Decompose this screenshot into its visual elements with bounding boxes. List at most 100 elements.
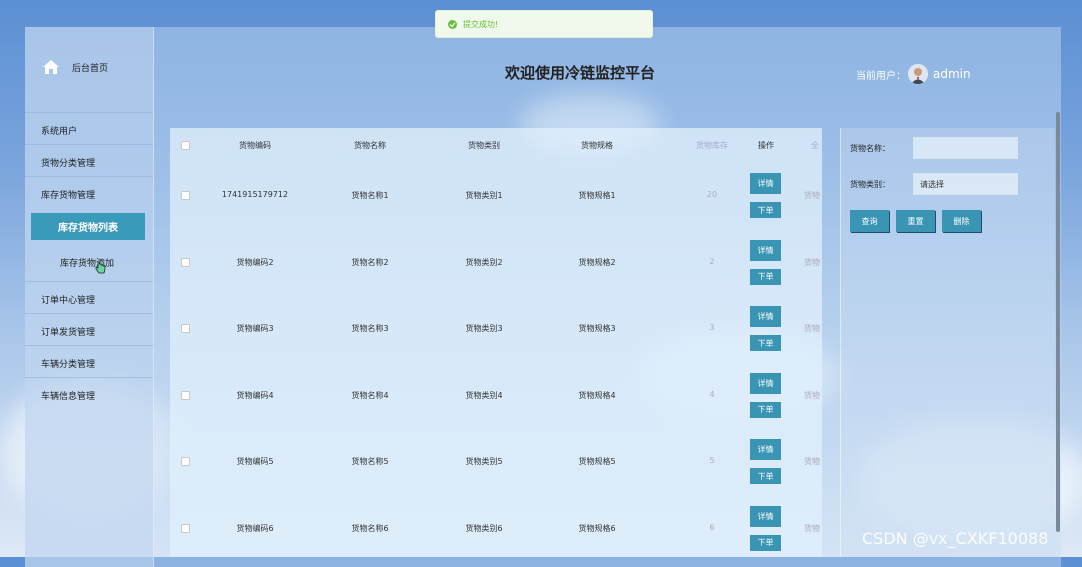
header-name: 货物名称 — [354, 141, 386, 150]
cell-stock: 2 — [709, 256, 715, 266]
cell-stock: 5 — [709, 456, 715, 466]
user-label: 当前用户： — [856, 70, 906, 82]
cell-category: 货物类别6 — [465, 523, 503, 533]
detail-button[interactable]: 详情 — [750, 173, 781, 195]
row-checkbox[interactable] — [181, 257, 190, 267]
cell-code: 货物编码3 — [236, 324, 274, 334]
sidebar-item-order-shipping[interactable]: 订单发货管理 — [41, 325, 95, 338]
order-button[interactable]: 下单 — [750, 401, 781, 418]
row-checkbox[interactable] — [181, 457, 190, 467]
table-row: 货物编码3 货物名称3 货物类别3 货物规格3 3 详情 下单 货物 — [170, 295, 822, 362]
cell-stock: 6 — [709, 522, 715, 532]
cell-extra: 货物 — [804, 523, 820, 533]
cell-category: 货物类别3 — [465, 324, 503, 334]
sidebar: 后台首页 系统用户 货物分类管理 库存货物管理 库存货物列表 库存货物添加 订单… — [25, 27, 154, 567]
cell-spec: 货物规格3 — [578, 324, 616, 334]
scrollbar[interactable] — [1056, 112, 1060, 532]
toast-text: 提交成功! — [463, 19, 499, 29]
cell-spec: 货物规格2 — [578, 257, 616, 267]
cell-code: 货物编码5 — [236, 457, 274, 467]
detail-button[interactable]: 详情 — [750, 505, 781, 527]
query-button[interactable]: 查询 — [850, 210, 889, 232]
order-button[interactable]: 下单 — [750, 534, 781, 551]
header-extra: 全 — [811, 141, 819, 150]
cell-extra: 货物 — [804, 390, 820, 400]
detail-button[interactable]: 详情 — [750, 439, 781, 461]
header-code: 货物编码 — [239, 141, 271, 150]
current-user: 当前用户： admin — [856, 64, 971, 84]
detail-button[interactable]: 详情 — [750, 239, 781, 261]
table-row: 货物编码4 货物名称4 货物类别4 货物规格4 4 详情下单 货物 — [170, 362, 822, 429]
select-all-checkbox[interactable] — [181, 141, 190, 150]
header-category: 货物类别 — [468, 141, 500, 150]
goods-category-label: 货物类别： — [850, 180, 890, 189]
cell-code: 货物编码4 — [236, 390, 274, 400]
cell-spec: 货物规格5 — [578, 457, 616, 467]
sidebar-item-order-center[interactable]: 订单中心管理 — [41, 293, 95, 306]
row-checkbox[interactable] — [181, 191, 190, 201]
cell-code: 1741915179712 — [221, 190, 289, 200]
header-actions: 操作 — [758, 141, 774, 150]
filter-panel: 货物名称： 货物类别： 请选择 查询 重置 删除 — [840, 128, 1055, 557]
cell-category: 货物类别1 — [465, 191, 503, 201]
sidebar-sub-inventory-list[interactable]: 库存货物列表 — [31, 213, 145, 240]
order-button[interactable]: 下单 — [750, 468, 781, 485]
table-row: 货物编码6 货物名称6 货物类别6 货物规格6 6 详情下单 货物 — [170, 495, 822, 562]
table-row: 货物编码5 货物名称5 货物类别5 货物规格5 5 详情 下单 货物 — [170, 428, 822, 495]
cell-category: 货物类别2 — [465, 257, 503, 267]
header-spec: 货物规格 — [581, 141, 613, 150]
row-checkbox[interactable] — [181, 523, 190, 533]
avatar[interactable] — [908, 64, 928, 84]
sidebar-item-goods-category[interactable]: 货物分类管理 — [41, 156, 95, 169]
page-title: 欢迎使用冷链监控平台 — [505, 64, 656, 82]
cell-extra: 货物 — [804, 191, 820, 201]
header-stock: 货物库存 — [696, 141, 728, 150]
cell-spec: 货物规格6 — [578, 523, 616, 533]
cell-name: 货物名称1 — [351, 191, 389, 201]
delete-button[interactable]: 删除 — [942, 210, 981, 232]
cell-name: 货物名称3 — [351, 324, 389, 334]
cell-spec: 货物规格1 — [578, 191, 616, 201]
cell-stock: 3 — [709, 323, 715, 333]
order-button[interactable]: 下单 — [750, 335, 781, 352]
check-circle-icon — [448, 19, 457, 29]
success-toast: 提交成功! — [435, 10, 653, 38]
table-row: 货物编码2 货物名称2 货物类别2 货物规格2 2 详情下单 货物 — [170, 229, 822, 296]
home-label: 后台首页 — [72, 63, 109, 74]
detail-button[interactable]: 详情 — [750, 306, 781, 328]
sidebar-item-vehicle-info[interactable]: 车辆信息管理 — [41, 389, 95, 402]
cell-name: 货物名称2 — [351, 257, 389, 267]
avatar-icon — [908, 64, 928, 84]
table-header: 货物编码 货物名称 货物类别 货物规格 货物库存 操作 全 — [170, 128, 822, 162]
sidebar-item-vehicle-category[interactable]: 车辆分类管理 — [41, 357, 95, 370]
username: admin — [933, 67, 971, 81]
cell-code: 货物编码6 — [236, 523, 274, 533]
sidebar-item-system-users[interactable]: 系统用户 — [41, 124, 77, 137]
cell-stock: 4 — [709, 389, 715, 399]
goods-category-select[interactable]: 请选择 — [913, 173, 1018, 195]
cell-extra: 货物 — [804, 257, 820, 267]
goods-name-input[interactable] — [913, 137, 1018, 159]
row-checkbox[interactable] — [181, 324, 190, 334]
order-button[interactable]: 下单 — [750, 202, 781, 219]
reset-button[interactable]: 重置 — [896, 210, 935, 232]
cell-name: 货物名称5 — [351, 457, 389, 467]
home-link[interactable]: 后台首页 — [42, 59, 108, 75]
cell-name: 货物名称4 — [351, 390, 389, 400]
watermark: CSDN @vx_CXKF10088 — [862, 529, 1049, 548]
cell-category: 货物类别5 — [465, 457, 503, 467]
detail-button[interactable]: 详情 — [750, 372, 781, 394]
row-checkbox[interactable] — [181, 390, 190, 400]
hand-cursor-icon — [95, 261, 106, 274]
cell-category: 货物类别4 — [465, 390, 503, 400]
cell-code: 货物编码2 — [236, 257, 274, 267]
home-icon — [43, 60, 59, 74]
goods-table: 货物编码 货物名称 货物类别 货物规格 货物库存 操作 全 1741915179… — [170, 128, 822, 557]
cell-stock: 20 — [706, 190, 718, 200]
cell-name: 货物名称6 — [351, 523, 389, 533]
goods-name-label: 货物名称： — [850, 144, 890, 153]
cell-spec: 货物规格4 — [578, 390, 616, 400]
sidebar-item-inventory[interactable]: 库存货物管理 — [41, 188, 95, 201]
order-button[interactable]: 下单 — [750, 268, 781, 285]
table-row: 1741915179712 货物名称1 货物类别1 货物规格1 20 详情下单 货物 — [170, 162, 822, 229]
